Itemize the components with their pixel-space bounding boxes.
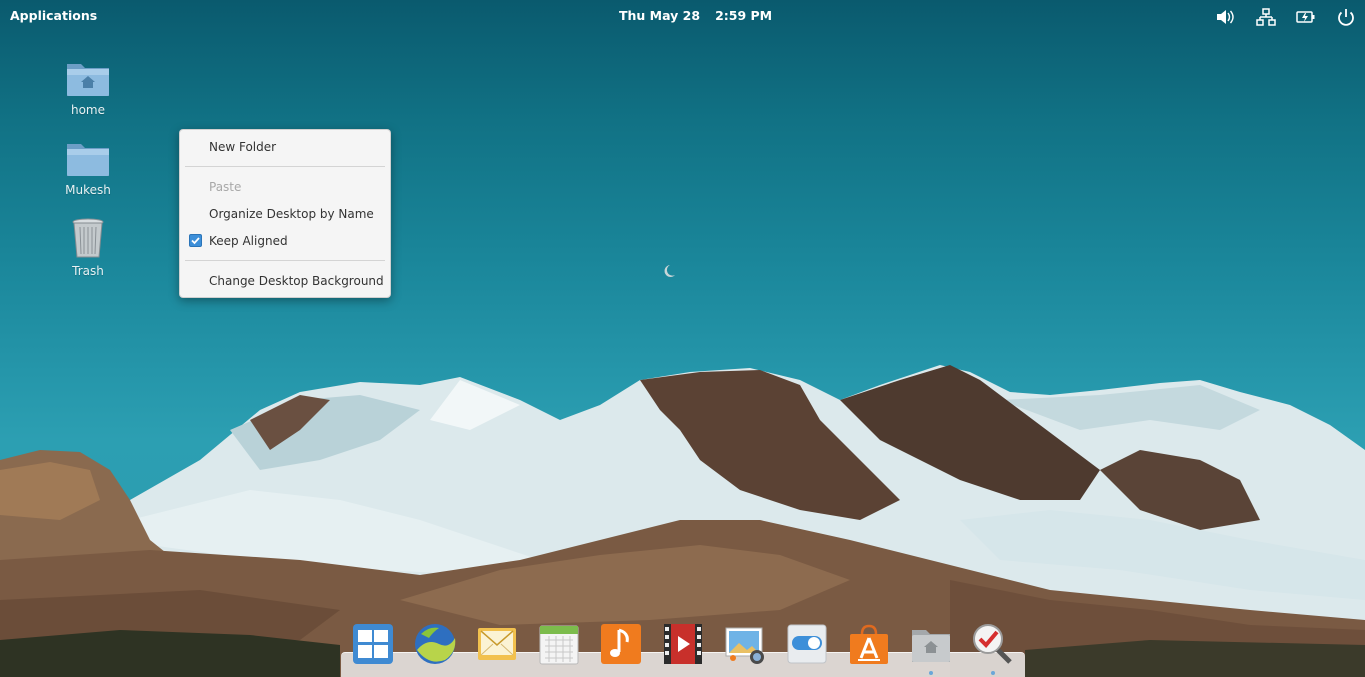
folder-icon	[67, 144, 109, 176]
menu-item-change-background[interactable]: Change Desktop Background	[180, 270, 390, 294]
screenshot-icon	[973, 624, 1012, 664]
menu-separator	[185, 260, 385, 261]
top-panel: Applications Thu May 28 2:59 PM	[0, 0, 1365, 32]
battery-icon[interactable]	[1296, 8, 1316, 26]
running-indicator	[991, 671, 995, 675]
keep-aligned-checkbox[interactable]	[189, 234, 202, 247]
desktop-icon-trash[interactable]: Trash	[53, 217, 123, 278]
dock-videos[interactable]	[661, 622, 705, 666]
running-indicator	[929, 671, 933, 675]
dock-photos[interactable]	[723, 622, 767, 666]
menu-separator	[185, 166, 385, 167]
dock-files[interactable]	[909, 622, 953, 675]
desktop-context-menu: New Folder Paste Organize Desktop by Nam…	[179, 129, 391, 298]
desktop-icon-label: home	[70, 103, 106, 117]
volume-icon[interactable]	[1215, 8, 1235, 26]
power-icon[interactable]	[1336, 8, 1356, 26]
date-time-indicator[interactable]: Thu May 28 2:59 PM	[619, 8, 772, 23]
mail-icon	[478, 628, 516, 660]
calendar-icon	[539, 625, 579, 665]
menu-item-new-folder[interactable]: New Folder	[180, 136, 390, 160]
time-label: 2:59 PM	[715, 8, 773, 23]
menu-item-keep-aligned[interactable]: Keep Aligned	[180, 230, 390, 254]
menu-item-paste: Paste	[209, 180, 242, 194]
menu-item-organize-by-name[interactable]: Organize Desktop by Name	[180, 203, 390, 227]
web-browser-icon	[415, 624, 456, 664]
checkmark-icon	[191, 237, 200, 245]
photos-icon	[725, 627, 764, 664]
dock-appcenter[interactable]	[847, 622, 891, 666]
dock-calendar[interactable]	[537, 622, 581, 666]
videos-icon	[664, 624, 702, 664]
dock-multitasking-view[interactable]	[351, 622, 395, 666]
network-icon[interactable]	[1256, 8, 1276, 26]
multitasking-view-icon	[353, 624, 393, 664]
dock-screenshot[interactable]	[971, 622, 1015, 675]
dock-settings[interactable]	[785, 622, 829, 666]
settings-icon	[787, 624, 827, 664]
home-folder-icon	[67, 64, 109, 96]
desktop[interactable]: Applications Thu May 28 2:59 PM home Muk…	[0, 0, 1365, 677]
desktop-icon-label: Mukesh	[65, 183, 111, 197]
dock-web-browser[interactable]	[413, 622, 457, 666]
desktop-icon-mukesh[interactable]: Mukesh	[53, 138, 123, 197]
files-icon	[912, 630, 950, 662]
dock-music[interactable]	[599, 622, 643, 666]
desktop-icon-label: Trash	[72, 264, 104, 278]
dock-mail[interactable]	[475, 622, 519, 666]
music-icon	[601, 624, 641, 664]
wallpaper-mountains	[0, 265, 1365, 677]
date-label: Thu May 28	[619, 8, 701, 23]
appcenter-icon	[850, 624, 888, 664]
applications-menu-button[interactable]: Applications	[10, 8, 97, 23]
desktop-icon-home[interactable]: home	[53, 58, 123, 117]
trash-icon	[72, 218, 104, 258]
